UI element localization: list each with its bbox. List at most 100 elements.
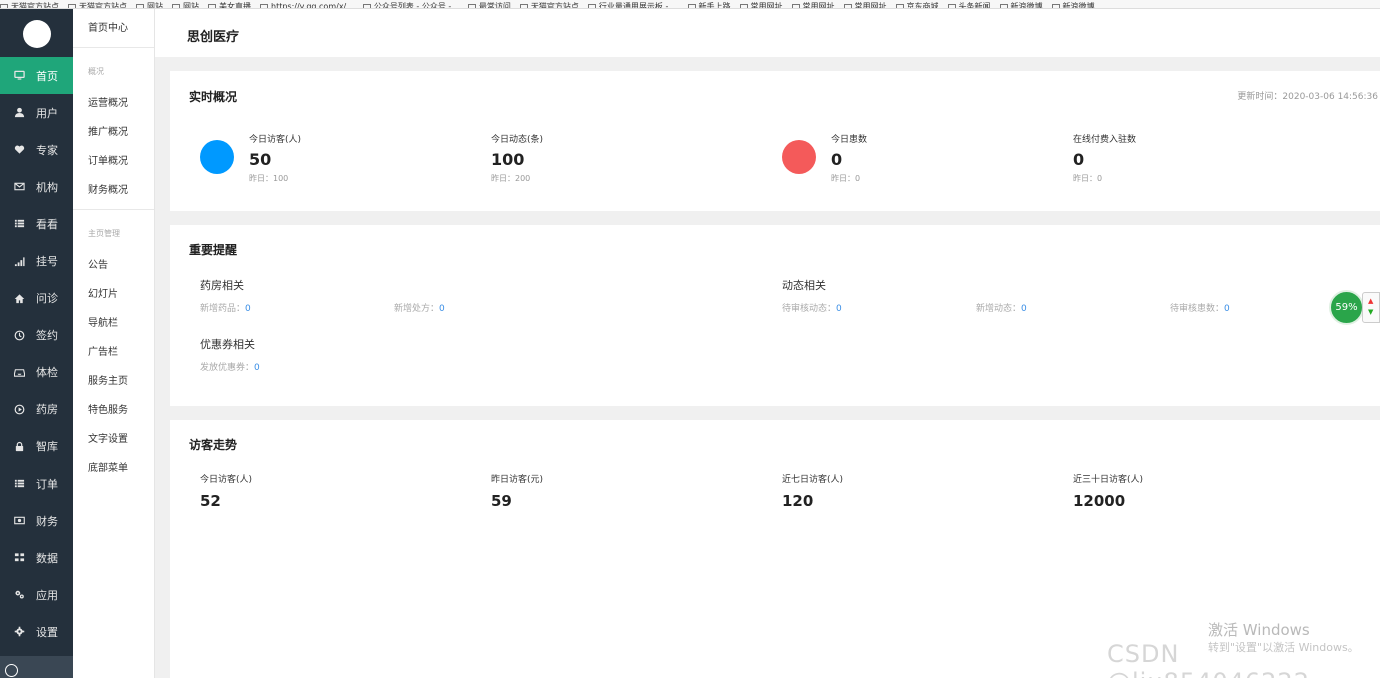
new-dynamics-value[interactable]: 0 — [1021, 304, 1027, 314]
list-icon — [13, 478, 25, 490]
clock-icon — [13, 329, 25, 341]
sidebar-item-1[interactable]: 用户 — [0, 94, 73, 131]
submenu-item[interactable]: 运营概况 — [73, 89, 154, 118]
trend-label: 近七日访客(人) — [782, 475, 844, 485]
trend-label: 今日访客(人) — [200, 475, 253, 485]
sidebar-item-label: 药房 — [36, 403, 58, 417]
trend-last-7-days: 近七日访客(人) 120 — [782, 472, 843, 510]
pending-patients-value[interactable]: 0 — [1224, 304, 1230, 314]
issued-coupons-value[interactable]: 0 — [254, 363, 260, 373]
trend-title: 访客走势 — [189, 438, 238, 452]
submenu-divider — [73, 209, 154, 210]
sidebar-item-13[interactable]: 数据 — [0, 539, 73, 576]
new-dynamics: 新增动态：0 — [976, 301, 1027, 314]
new-drugs-label: 新增药品： — [200, 304, 246, 314]
bookmark-label: 常用网址 — [750, 2, 783, 9]
gear-icon — [13, 626, 25, 638]
sidebar-item-9[interactable]: 药房 — [0, 391, 73, 428]
stat-yesterday: 昨日：0 — [1073, 174, 1103, 183]
sidebar-item-14[interactable]: 应用 — [0, 576, 73, 613]
sidebar-footer[interactable] — [0, 656, 73, 678]
submenu-item[interactable]: 特色服务 — [73, 396, 154, 425]
sidebar-item-0[interactable]: 首页 — [0, 57, 73, 95]
stat-yesterday: 昨日：0 — [831, 174, 861, 183]
bookmark-label: 京东商城 — [906, 2, 939, 9]
bookmark-label: 天猫官方站点 — [530, 2, 579, 9]
pharmacy-group-title: 药房相关 — [200, 279, 244, 292]
monitor-icon — [13, 70, 25, 82]
new-rx-value[interactable]: 0 — [439, 304, 445, 314]
sidebar-item-4[interactable]: 看看 — [0, 205, 73, 242]
sidebar-item-2[interactable]: 专家 — [0, 131, 73, 168]
submenu-item[interactable]: 广告栏 — [73, 338, 154, 367]
reminders-panel: 重要提醒 药房相关 新增药品：0 新增处方：0 动态相关 待审核动态：0 新增动… — [170, 225, 1380, 406]
inbox-icon — [13, 366, 25, 378]
logo[interactable] — [0, 9, 73, 57]
submenu-header[interactable]: 首页中心 — [73, 9, 154, 48]
sidebar-item-label: 订单 — [36, 477, 58, 491]
sidebar-item-label: 用户 — [36, 106, 58, 120]
sidebar-item-12[interactable]: 财务 — [0, 502, 73, 539]
bookmark-label: 常用网址 — [802, 2, 835, 9]
new-prescriptions: 新增处方：0 — [394, 301, 445, 314]
sidebar-item-label: 设置 — [36, 625, 58, 639]
list-icon — [13, 218, 25, 230]
sidebar-item-label: 挂号 — [36, 255, 58, 269]
sidebar-item-8[interactable]: 体检 — [0, 354, 73, 391]
bookmark-label: 行业量通用展示板 - ... — [598, 2, 679, 9]
speed-widget-badge[interactable]: 59% — [1329, 290, 1364, 325]
submenu-item[interactable]: 订单概况 — [73, 147, 154, 176]
trend-value: 12000 — [1073, 492, 1126, 510]
submenu-item[interactable]: 底部菜单 — [73, 454, 154, 483]
user-icon — [13, 107, 25, 119]
lock-icon — [13, 440, 25, 452]
csdn-watermark: CSDN @liu854046222 — [1107, 640, 1309, 678]
sidebar-item-11[interactable]: 订单 — [0, 465, 73, 502]
submenu-item[interactable]: 文字设置 — [73, 425, 154, 454]
sidebar-item-7[interactable]: 签约 — [0, 317, 73, 354]
issued-coupons-label: 发放优惠券： — [200, 363, 255, 373]
stat-paid-settled: 在线付费入驻数 0 昨日：0 — [1073, 132, 1136, 184]
bookmarks-bar: 天猫官方站点 天猫官方站点 网站 网站 美女直播 https://v.qq.com/x/.… — [0, 0, 1380, 9]
submenu-item[interactable]: 财务概况 — [73, 176, 154, 205]
pending-dynamics: 待审核动态：0 — [782, 301, 842, 314]
pending-dynamics-value[interactable]: 0 — [836, 304, 842, 314]
trend-label: 昨日访客(元) — [491, 475, 544, 485]
stat-value: 0 — [1073, 150, 1085, 169]
page-title: 思创医疗 — [187, 30, 240, 45]
sidebar-item-label: 问诊 — [36, 292, 58, 306]
new-dynamics-label: 新增动态： — [976, 304, 1022, 314]
stat-yesterday: 昨日：200 — [491, 174, 531, 183]
trend-yesterday: 昨日访客(元) 59 — [491, 472, 543, 510]
sidebar-item-label: 签约 — [36, 329, 58, 343]
sidebar-item-10[interactable]: 智库 — [0, 428, 73, 465]
pending-patients: 待审核患数：0 — [1170, 301, 1230, 314]
pending-dynamics-label: 待审核动态： — [782, 304, 837, 314]
sidebar-item-label: 数据 — [36, 551, 58, 565]
speed-widget-panel[interactable]: ▲ ▼ — [1362, 292, 1380, 323]
sidebar-item-15[interactable]: 设置 — [0, 613, 73, 650]
trend-last-30-days: 近三十日访客(人) 12000 — [1073, 472, 1143, 510]
sidebar-item-5[interactable]: 挂号 — [0, 242, 73, 279]
heart-icon — [13, 144, 25, 156]
submenu-item[interactable]: 公告 — [73, 251, 154, 280]
sidebar-item-3[interactable]: 机构 — [0, 168, 73, 205]
trend-value: 59 — [491, 492, 512, 510]
stat-today-dynamics: 今日动态(条) 100 昨日：200 — [491, 132, 543, 184]
submenu-item[interactable]: 导航栏 — [73, 309, 154, 338]
submenu-item[interactable]: 推广概况 — [73, 118, 154, 147]
sidebar-item-6[interactable]: 问诊 — [0, 280, 73, 317]
new-drugs-value[interactable]: 0 — [245, 304, 251, 314]
circle-icon — [5, 664, 18, 677]
dynamic-group-title: 动态相关 — [782, 279, 826, 292]
stat-label: 今日动态(条) — [491, 135, 544, 145]
trend-value: 52 — [200, 492, 221, 510]
sidebar-item-label: 应用 — [36, 588, 58, 602]
submenu-item[interactable]: 服务主页 — [73, 367, 154, 396]
sidebar-item-label: 首页 — [36, 69, 58, 83]
realtime-panel: 实时概况 更新时间：2020-03-06 14:56:36 今日访客(人) 50… — [170, 71, 1380, 211]
update-time: 更新时间：2020-03-06 14:56:36 — [1237, 92, 1378, 102]
trend-today: 今日访客(人) 52 — [200, 472, 252, 510]
cogs-icon — [13, 589, 25, 601]
submenu-item[interactable]: 幻灯片 — [73, 280, 154, 309]
